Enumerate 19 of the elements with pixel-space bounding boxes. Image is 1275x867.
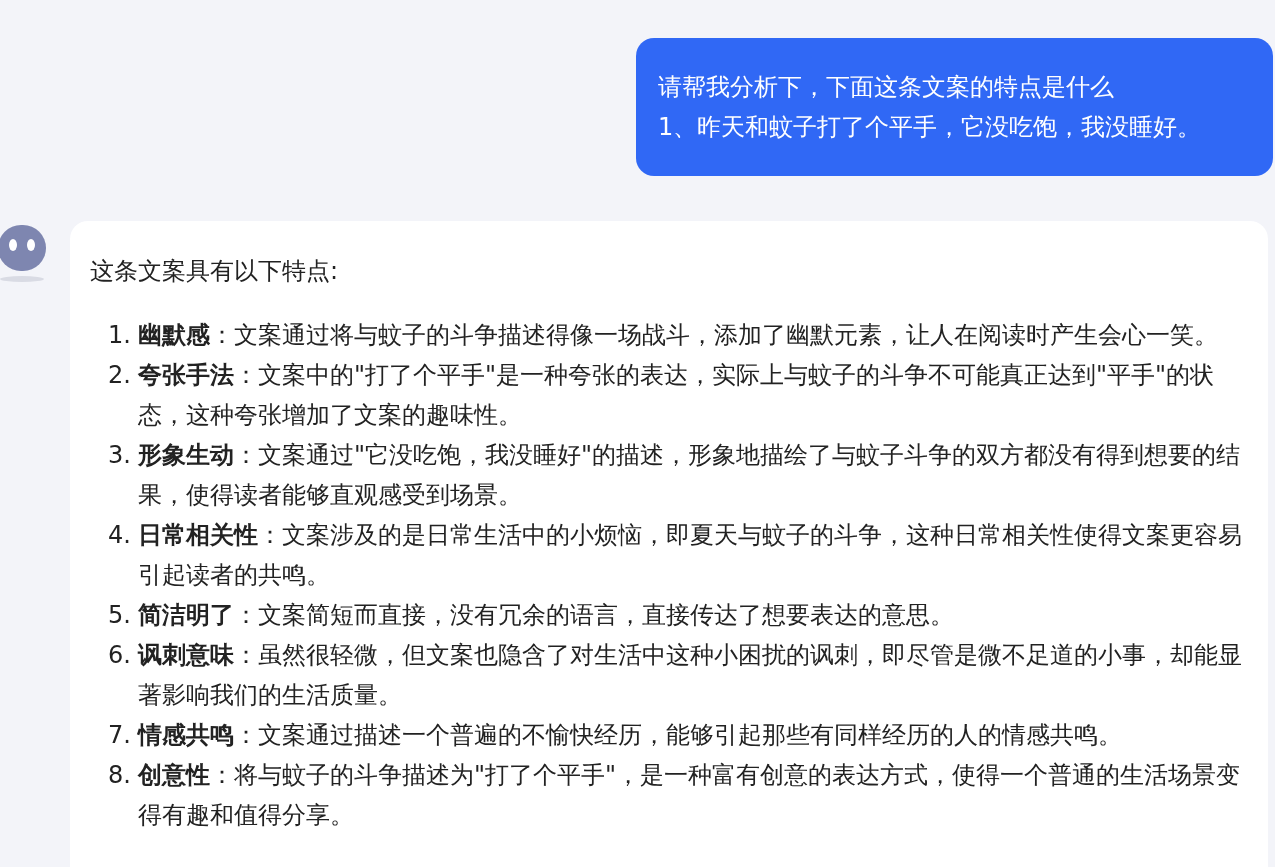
list-item-text: 创意性：将与蚊子的斗争描述为"打了个平手"，是一种富有创意的表达方式，使得一个普通的生活场景变得有趣和值得分享。: [138, 760, 1242, 831]
list-number: 6.: [108, 640, 132, 671]
message-line: 请帮我分析下，下面这条文案的特点是什么: [658, 72, 1115, 103]
list-item-text: 情感共鸣：文案通过描述一个普遍的不愉快经历，能够引起那些有同样经历的人的情感共鸣。: [138, 720, 1123, 751]
list-number: 7.: [108, 720, 132, 751]
list-number: 2.: [108, 360, 132, 391]
message-line: 1、昨天和蚊子打了个平手，它没吃饱，我没睡好。: [658, 112, 1203, 143]
list-item-text: 日常相关性：文案涉及的是日常生活中的小烦恼，即夏天与蚊子的斗争，这种日常相关性使得文案更容易引起读者的共鸣。: [138, 520, 1243, 591]
list-number: 5.: [108, 600, 132, 631]
list-number: 8.: [108, 760, 132, 791]
list-item-text: 幽默感：文案通过将与蚊子的斗争描述得像一场战斗，添加了幽默元素，让人在阅读时产生会心一笑。: [138, 320, 1219, 351]
list-number: 4.: [108, 520, 132, 551]
list-item-text: 讽刺意味：虽然很轻微，但文案也隐含了对生活中这种小困扰的讽刺，即尽管是微不足道的小事，却能显著影响我们的生活质量。: [138, 640, 1243, 711]
intro-text: 这条文案具有以下特点:: [90, 256, 340, 287]
list-number: 1.: [108, 320, 132, 351]
list-number: 3.: [108, 440, 132, 471]
list-item-text: 简洁明了：文案简短而直接，没有冗余的语言，直接传达了想要表达的意思。: [138, 600, 955, 631]
list-item-text: 形象生动：文案通过"它没吃饱，我没睡好"的描述，形象地描绘了与蚊子斗争的双方都没有得到想要的结果，使得读者能够直观感受到场景。: [138, 440, 1242, 511]
list-item-text: 夸张手法：文案中的"打了个平手"是一种夸张的表达，实际上与蚊子的斗争不可能真正达到"平手"的状态，这种夸张增加了文案的趣味性。: [138, 360, 1216, 431]
